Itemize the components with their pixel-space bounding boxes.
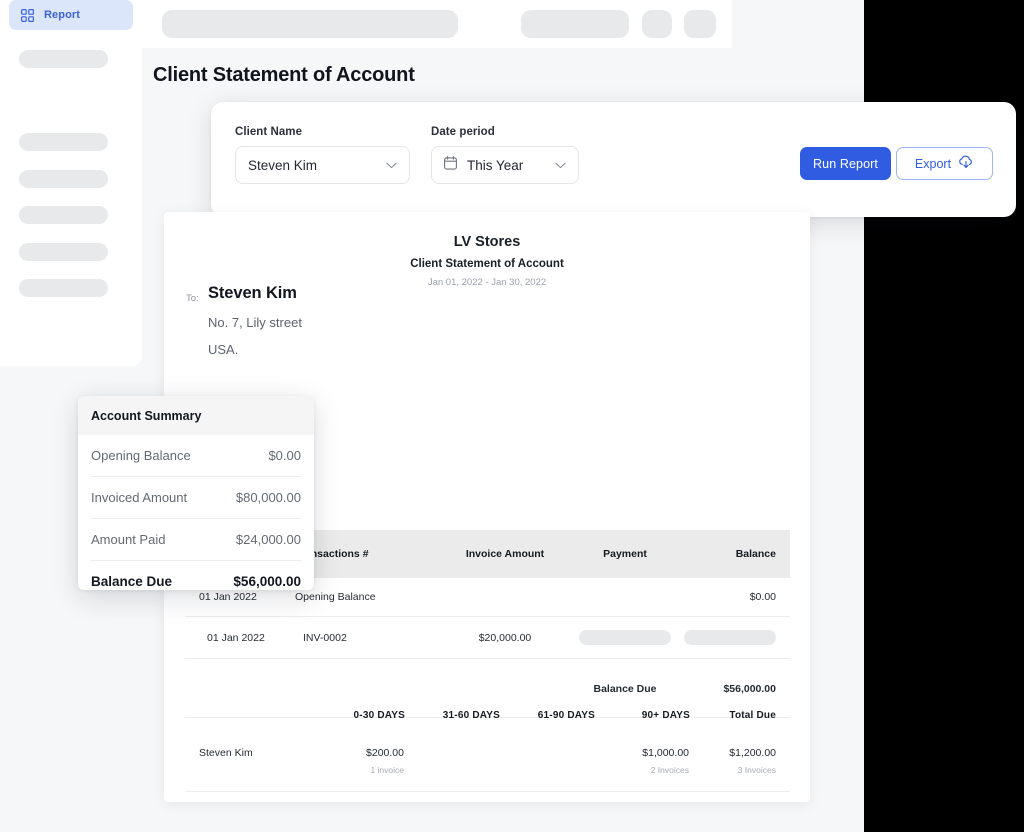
aging-row-subtext: 1 invoice 2 Invoices 3 Invoices (185, 760, 790, 792)
topbar-skeleton-icon-1 (642, 10, 672, 38)
topbar-skeleton-icon-2 (684, 10, 716, 38)
aging-31-60 (405, 743, 500, 760)
aging-row: Steven Kim $200.00 $1,000.00 $1,200.00 (185, 743, 790, 760)
cloud-download-icon (958, 155, 974, 173)
run-report-button[interactable]: Run Report (800, 147, 891, 180)
aging-90-plus-count: 2 Invoices (595, 760, 690, 792)
client-name-field: Client Name Steven Kim (235, 126, 410, 184)
aging-61-90 (500, 743, 595, 760)
aging-0-30: $200.00 (300, 743, 405, 760)
document-header: LV Stores Client Statement of Account Ja… (164, 212, 810, 288)
client-name-label: Client Name (235, 126, 410, 138)
summary-value: $80,000.00 (236, 490, 301, 505)
summary-value: $24,000.00 (236, 532, 301, 547)
grid-icon (21, 9, 34, 22)
sidebar-skeleton-item-1 (19, 50, 108, 68)
sidebar-item-report[interactable]: Report (9, 0, 133, 30)
col-balance: Balance (680, 530, 790, 578)
sidebar-skeleton-item-4 (19, 206, 108, 224)
sidebar-skeleton-item-2 (19, 133, 108, 151)
sidebar: Report (0, 0, 142, 366)
aging-0-30-count: 1 invoice (300, 760, 405, 792)
cell-balance: $0.00 (680, 578, 790, 617)
cell-payment-placeholder (570, 617, 680, 659)
summary-row-amount-paid: Amount Paid $24,000.00 (91, 519, 301, 561)
aging-90-plus: $1,000.00 (595, 743, 690, 760)
recipient-address-line-1: No. 7, Lily street (208, 315, 302, 330)
date-period-label: Date period (431, 126, 579, 138)
export-button[interactable]: Export (896, 147, 993, 180)
aging-col-90-plus: 90+ DAYS (595, 698, 690, 743)
summary-row-balance-due: Balance Due $56,000.00 (91, 561, 301, 590)
account-summary-title: Account Summary (78, 396, 314, 435)
sidebar-skeleton-item-5 (19, 243, 108, 261)
col-payment: Payment (570, 530, 680, 578)
cell-payment (570, 578, 680, 617)
aging-col-0-30: 0-30 DAYS (300, 698, 405, 743)
aging-col-total-due: Total Due (690, 698, 790, 743)
recipient-name: Steven Kim (208, 284, 302, 303)
summary-row-opening-balance: Opening Balance $0.00 (91, 435, 301, 477)
chevron-down-icon (555, 156, 566, 174)
aging-31-60-count (405, 760, 500, 792)
sidebar-item-report-label: Report (44, 9, 80, 21)
calendar-icon (444, 156, 457, 175)
aging-total-count: 3 Invoices (690, 760, 790, 792)
client-name-value: Steven Kim (248, 158, 386, 173)
chevron-down-icon (386, 156, 397, 174)
summary-label: Amount Paid (91, 532, 165, 547)
col-transactions: Transactions # (295, 530, 440, 578)
topbar-skeleton-search (162, 10, 458, 38)
export-button-label: Export (915, 157, 951, 171)
summary-value: $0.00 (268, 448, 301, 463)
summary-row-invoiced-amount: Invoiced Amount $80,000.00 (91, 477, 301, 519)
recipient-block: To: Steven Kim No. 7, Lily street USA. (186, 284, 302, 357)
aging-col-61-90: 61-90 DAYS (500, 698, 595, 743)
aging-61-90-count (500, 760, 595, 792)
account-summary-card: Account Summary Opening Balance $0.00 In… (78, 396, 314, 590)
aging-table: 0-30 DAYS 31-60 DAYS 61-90 DAYS 90+ DAYS… (185, 698, 790, 792)
sidebar-skeleton-item-6 (19, 279, 108, 297)
table-row: 01 Jan 2022 INV-0002 $20,000.00 (185, 617, 790, 659)
aging-col-31-60: 31-60 DAYS (405, 698, 500, 743)
aging-col-name (185, 698, 300, 743)
aging-table-header: 0-30 DAYS 31-60 DAYS 61-90 DAYS 90+ DAYS… (185, 698, 790, 743)
date-period-select[interactable]: This Year (431, 146, 579, 184)
aging-client-name: Steven Kim (185, 743, 300, 760)
to-label: To: (186, 293, 199, 304)
skeleton-pill (579, 630, 671, 645)
cell-date: 01 Jan 2022 (185, 617, 295, 659)
document-subtitle: Client Statement of Account (164, 258, 810, 270)
cell-transaction: Opening Balance (295, 578, 440, 617)
cell-transaction: INV-0002 (295, 617, 440, 659)
skeleton-pill (684, 630, 776, 645)
summary-label: Balance Due (91, 574, 172, 589)
recipient-address-line-2: USA. (208, 342, 302, 357)
col-invoice-amount: Invoice Amount (440, 530, 570, 578)
cell-invoice-amount (440, 578, 570, 617)
summary-label: Invoiced Amount (91, 490, 187, 505)
filter-card: Client Name Steven Kim Date period This … (211, 102, 1016, 217)
aging-total-due: $1,200.00 (690, 743, 790, 760)
cell-balance-placeholder (680, 617, 790, 659)
cell-invoice-amount: $20,000.00 (440, 617, 570, 659)
company-name: LV Stores (164, 234, 810, 250)
summary-value: $56,000.00 (233, 574, 301, 589)
date-period-value: This Year (467, 158, 555, 173)
topbar-skeleton-action (521, 10, 629, 38)
summary-label: Opening Balance (91, 448, 191, 463)
sidebar-skeleton-item-3 (19, 170, 108, 188)
client-name-select[interactable]: Steven Kim (235, 146, 410, 184)
page-title: Client Statement of Account (153, 64, 415, 87)
date-period-field: Date period This Year (431, 126, 579, 184)
